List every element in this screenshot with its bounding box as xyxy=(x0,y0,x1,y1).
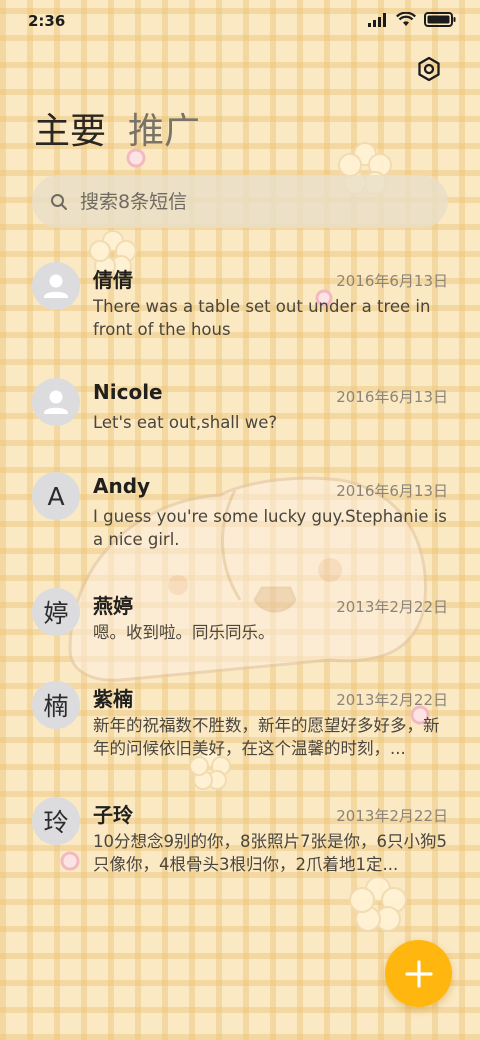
tab-promotions[interactable]: 推广 xyxy=(128,108,200,156)
person-icon xyxy=(44,390,68,414)
sender-name: Nicole xyxy=(93,380,163,404)
avatar-initial: A xyxy=(32,472,80,520)
sender-name: 子玲 xyxy=(93,803,133,827)
settings-icon xyxy=(418,56,440,82)
message-preview: Let's eat out,shall we? xyxy=(93,413,278,432)
message-preview: 新年的祝福数不胜数，新年的愿望好多好多，新年的问候依旧美好，在这个温馨的时刻，.… xyxy=(93,716,440,758)
sender-name: 紫楠 xyxy=(93,687,133,711)
tab-primary[interactable]: 主要 xyxy=(34,108,106,156)
battery-icon xyxy=(424,12,456,27)
message-item[interactable]: 楠 紫楠 2013年2月22日 新年的祝福数不胜数，新年的愿望好多好多，新年的问… xyxy=(0,667,480,777)
status-bar: 2:36 xyxy=(0,0,480,40)
message-preview: 嗯。收到啦。同乐同乐。 xyxy=(93,623,275,642)
sender-name: Andy xyxy=(93,474,151,498)
avatar-initial: 楠 xyxy=(32,681,80,729)
wifi-icon xyxy=(396,12,416,26)
message-date: 2016年6月13日 xyxy=(336,272,448,290)
sender-name: 燕婷 xyxy=(93,594,133,618)
message-date: 2013年2月22日 xyxy=(336,691,448,709)
avatar xyxy=(32,378,80,426)
plus-icon xyxy=(404,959,433,988)
avatar-initial: 婷 xyxy=(32,588,80,636)
signal-icon xyxy=(368,12,386,27)
person-icon xyxy=(44,274,68,298)
status-time: 2:36 xyxy=(28,12,66,30)
avatar xyxy=(32,262,80,310)
message-date: 2016年6月13日 xyxy=(336,482,448,500)
message-item[interactable]: 玲 子玲 2013年2月22日 10分想念9别的你，8张照片7张是你，6只小狗5… xyxy=(0,783,480,893)
message-date: 2013年2月22日 xyxy=(336,598,448,616)
message-date: 2016年6月13日 xyxy=(336,388,448,406)
new-message-button[interactable] xyxy=(385,940,452,1007)
settings-button[interactable] xyxy=(416,56,442,82)
message-date: 2013年2月22日 xyxy=(336,807,448,825)
tab-bar: 主要 推广 xyxy=(34,108,200,156)
sender-name: 倩倩 xyxy=(93,268,133,292)
status-icons xyxy=(368,12,456,27)
message-preview: 10分想念9别的你，8张照片7张是你，6只小狗5只像你，4根骨头3根归你，2爪着… xyxy=(93,832,447,874)
avatar-initial: 玲 xyxy=(32,797,80,845)
message-item[interactable]: 倩倩 2016年6月13日 There was a table set out … xyxy=(0,248,480,358)
message-preview: I guess you're some lucky guy.Stephanie … xyxy=(93,507,447,549)
search-icon xyxy=(51,193,67,210)
search-input[interactable] xyxy=(80,190,400,213)
message-item[interactable]: A Andy 2016年6月13日 I guess you're some lu… xyxy=(0,458,480,568)
search-bar[interactable] xyxy=(32,175,448,228)
message-preview: There was a table set out under a tree i… xyxy=(93,297,431,339)
